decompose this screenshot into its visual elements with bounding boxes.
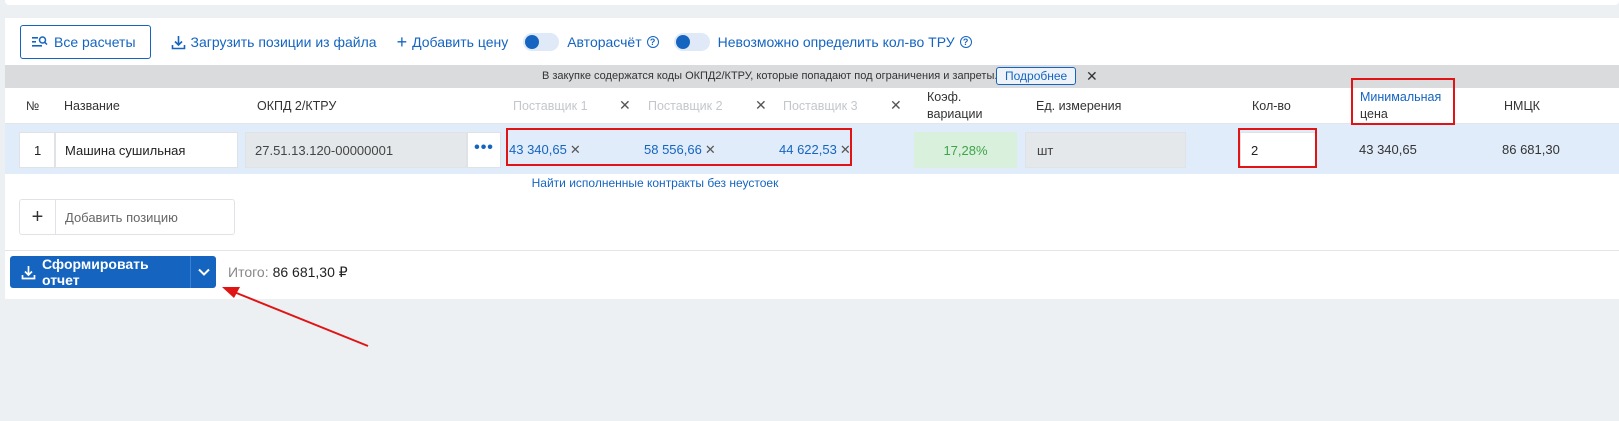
calc-card: Все расчеты Загрузить позиции из файла +…: [5, 18, 1619, 299]
help-icon[interactable]: ?: [959, 36, 972, 48]
koef-variation-badge: 17,28%: [914, 132, 1017, 168]
col-supplier-3: Поставщик 3: [783, 99, 858, 113]
generate-report-label: Сформировать отчет: [41, 256, 149, 288]
add-position-label: Добавить позицию: [65, 209, 178, 225]
auto-calc-label: Авторасчёт: [567, 34, 642, 50]
chevron-down-icon[interactable]: [190, 256, 216, 288]
close-icon[interactable]: ✕: [1086, 68, 1098, 85]
col-nmck: НМЦК: [1504, 99, 1540, 113]
find-contracts-link[interactable]: Найти исполненные контракты без неустоек: [510, 174, 800, 192]
upload-positions-link[interactable]: Загрузить позиции из файла: [171, 34, 377, 50]
total-value: 86 681,30 ₽: [272, 264, 348, 280]
close-icon[interactable]: ✕: [890, 97, 902, 114]
plus-icon: +: [20, 200, 56, 234]
supplier-3-price[interactable]: 44 622,53 ✕: [779, 142, 851, 158]
nmck-value: 86 681,30: [1502, 142, 1560, 157]
divider: [5, 250, 1619, 251]
cannot-determine-label: Невозможно определить кол-во ТРУ: [717, 34, 955, 50]
close-icon[interactable]: ✕: [619, 97, 631, 114]
help-icon[interactable]: ?: [646, 36, 659, 48]
total-label: Итого:: [228, 264, 269, 280]
plus-icon: +: [396, 32, 408, 52]
notice-more-button[interactable]: Подробнее: [996, 67, 1077, 85]
close-icon[interactable]: ✕: [705, 142, 716, 157]
col-supplier-2: Поставщик 2: [648, 99, 723, 113]
download-icon: [171, 35, 185, 49]
col-num: №: [26, 99, 40, 113]
supplier-2-price[interactable]: 58 556,66 ✕: [644, 142, 716, 158]
more-options-button[interactable]: •••: [467, 132, 501, 168]
row-num: 1: [19, 132, 55, 168]
close-icon[interactable]: ✕: [840, 142, 851, 157]
add-price-label: Добавить цену: [412, 34, 509, 50]
col-name: Название: [64, 99, 120, 113]
generate-report-main[interactable]: Сформировать отчет: [10, 256, 190, 288]
add-price-link[interactable]: + Добавить цену: [396, 32, 509, 52]
supplier-3-price-value: 44 622,53: [779, 142, 837, 157]
all-calcs-button[interactable]: Все расчеты: [20, 25, 151, 59]
table-header: № Название ОКПД 2/КТРУ Поставщик 1 ✕ Пос…: [5, 88, 1619, 124]
all-calcs-label: Все расчеты: [54, 34, 136, 50]
col-min-price-line1[interactable]: Минимальная: [1360, 90, 1441, 104]
close-icon[interactable]: ✕: [755, 97, 767, 114]
supplier-1-price[interactable]: 43 340,65 ✕: [509, 142, 581, 158]
unit-field[interactable]: шт: [1025, 132, 1186, 168]
col-qty: Кол-во: [1252, 99, 1291, 113]
restriction-notice: В закупке содержатся коды ОКПД2/КТРУ, ко…: [5, 65, 1619, 88]
upload-positions-label: Загрузить позиции из файла: [190, 34, 377, 50]
col-min-price-line2: цена: [1360, 107, 1388, 121]
supplier-2-price-value: 58 556,66: [644, 142, 702, 157]
auto-calc-toggle[interactable]: [523, 33, 560, 51]
notice-text: В закупке содержатся коды ОКПД2/КТРУ, ко…: [542, 70, 998, 82]
row-okpd-field[interactable]: 27.51.13.120-00000001: [245, 132, 467, 168]
auto-calc-label-wrap: Авторасчёт ?: [567, 34, 659, 50]
col-koef-line2: вариации: [927, 107, 983, 121]
col-koef-line1: Коэф.: [927, 90, 962, 104]
download-icon: [21, 265, 36, 279]
close-icon[interactable]: ✕: [570, 142, 581, 157]
min-price-value: 43 340,65: [1359, 142, 1417, 157]
table-row: 1 Машина сушильная 27.51.13.120-00000001…: [5, 124, 1619, 174]
supplier-1-price-value: 43 340,65: [509, 142, 567, 157]
cannot-determine-toggle[interactable]: [673, 33, 710, 51]
col-okpd: ОКПД 2/КТРУ: [257, 99, 337, 113]
col-supplier-1: Поставщик 1: [513, 99, 588, 113]
toolbar: Все расчеты Загрузить позиции из файла +…: [20, 25, 972, 59]
total: Итого: 86 681,30 ₽: [228, 264, 348, 281]
col-unit: Ед. измерения: [1036, 99, 1122, 113]
top-strip: [5, 0, 1619, 5]
qty-input[interactable]: 2: [1240, 132, 1317, 168]
list-search-icon: [32, 36, 48, 47]
cannot-determine-label-wrap: Невозможно определить кол-во ТРУ ?: [718, 34, 972, 50]
generate-report-button[interactable]: Сформировать отчет: [10, 256, 216, 288]
row-name-input[interactable]: Машина сушильная: [55, 132, 238, 168]
add-position-button[interactable]: + Добавить позицию: [19, 199, 235, 235]
